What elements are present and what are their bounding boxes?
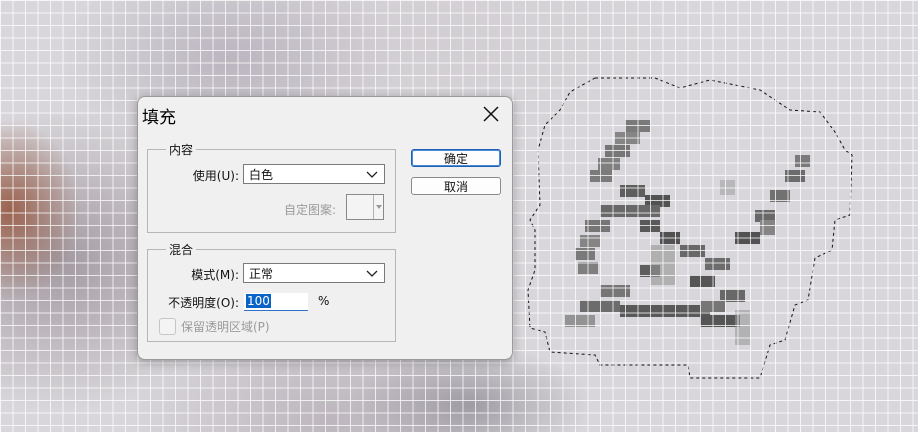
opacity-input[interactable]: 100 bbox=[244, 293, 308, 311]
preserve-transparency-checkbox[interactable] bbox=[159, 318, 176, 335]
contents-group-legend: 内容 bbox=[169, 143, 194, 157]
close-icon bbox=[483, 106, 499, 122]
use-select[interactable]: 白色 bbox=[243, 164, 385, 184]
use-select-value: 白色 bbox=[249, 167, 274, 182]
fill-dialog: 填充 内容 使用(U): 白色 自定图案: 混合 模式(M): 正常 不透明度(… bbox=[137, 96, 513, 360]
cancel-button[interactable]: 取消 bbox=[411, 177, 501, 195]
selection-marquee bbox=[527, 77, 853, 379]
ok-button[interactable]: 确定 bbox=[411, 149, 501, 167]
chevron-down-icon bbox=[366, 270, 378, 277]
close-button[interactable] bbox=[476, 101, 506, 127]
mode-select-value: 正常 bbox=[249, 266, 274, 281]
chevron-down-icon bbox=[366, 171, 378, 178]
opacity-label: 不透明度(O): bbox=[168, 296, 239, 310]
opacity-unit: % bbox=[318, 294, 330, 308]
custom-pattern-picker[interactable] bbox=[346, 194, 384, 220]
triangle-down-icon bbox=[375, 205, 382, 209]
use-label: 使用(U): bbox=[192, 169, 239, 183]
preserve-transparency-label: 保留透明区域(P) bbox=[181, 320, 270, 334]
pattern-dropdown-arrow[interactable] bbox=[373, 195, 383, 219]
mode-label: 模式(M): bbox=[191, 268, 239, 282]
dialog-title: 填充 bbox=[142, 108, 176, 128]
mode-select[interactable]: 正常 bbox=[243, 263, 385, 283]
blending-group-legend: 混合 bbox=[169, 243, 194, 257]
pixel-strokes bbox=[565, 120, 810, 345]
opacity-value: 100 bbox=[246, 294, 271, 308]
custom-pattern-label: 自定图案: bbox=[283, 203, 336, 217]
